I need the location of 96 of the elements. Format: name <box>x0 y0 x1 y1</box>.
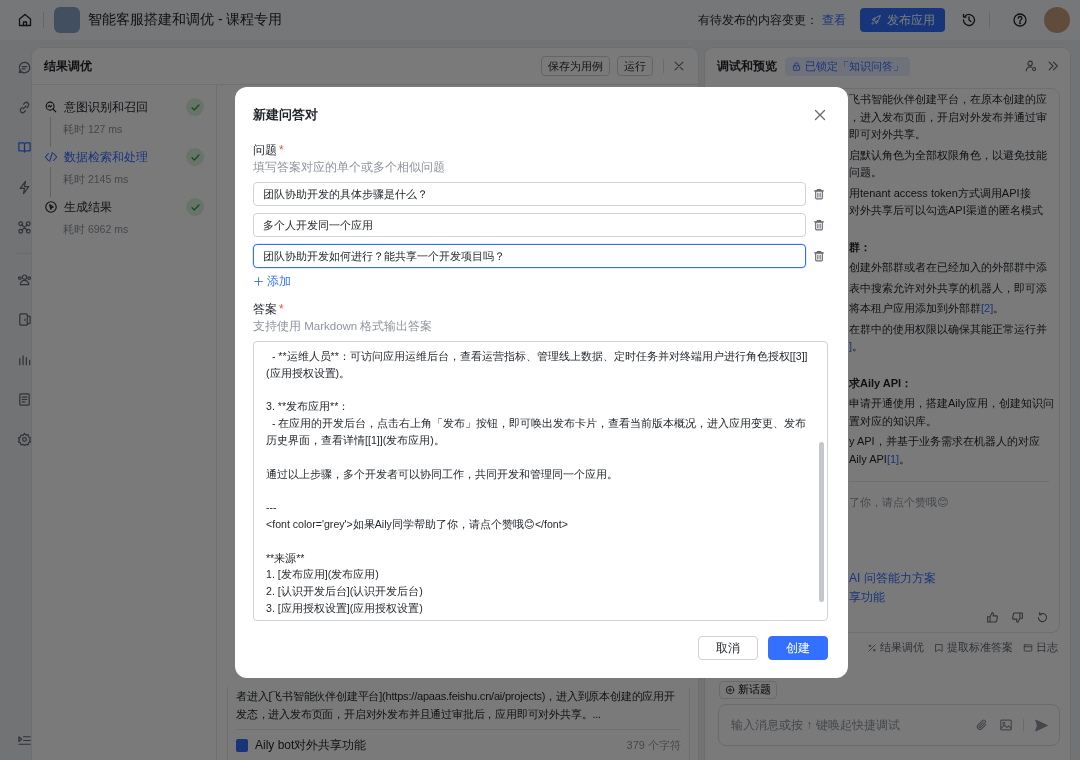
run-button[interactable]: 运行 <box>617 56 653 76</box>
expand-icon[interactable] <box>1046 59 1060 73</box>
answer-heading: 求Aily API： <box>849 375 914 391</box>
answer-line: <font color='grey'>如果Aily同学帮助了你，请点个赞哦😊</font> <box>266 516 569 532</box>
log-button[interactable]: 日志 <box>1023 641 1058 655</box>
thumbs-up-icon[interactable] <box>986 611 999 624</box>
step-item[interactable]: 数据检索和处理 <box>44 147 204 167</box>
user-settings-icon[interactable] <box>1024 59 1038 73</box>
question-field[interactable]: 团队协助开发如何进行？能共享一个开发项目吗？ <box>253 244 806 268</box>
help-icon[interactable] <box>1012 12 1028 28</box>
field-label: 问题 * <box>253 142 285 159</box>
save-as-case-button[interactable]: 保存为用例 <box>541 56 610 76</box>
dialog-title: 新建问答对 <box>253 106 318 124</box>
image-icon[interactable] <box>999 718 1013 732</box>
lightning-icon[interactable] <box>17 180 32 195</box>
answer-text: 将本租户应用添加到外部群[2]。 <box>849 301 1006 316</box>
bar-chart-icon[interactable] <box>17 352 32 367</box>
code-icon <box>44 150 58 164</box>
close-icon[interactable] <box>812 107 828 123</box>
citation-link[interactable]: [1] <box>886 452 900 465</box>
answer-text: 启默认角色为全部权限角色，以避免技能 问题。 <box>849 147 1048 180</box>
answer-line: - **运维人员**：可访问应用运维后台，查看运营指标、管理线上数据、定时任务并对终端用户进行角色授权[[3]](应用授权设置)。 <box>266 349 809 381</box>
source-link[interactable]: 享功能 <box>849 589 885 605</box>
book-icon[interactable] <box>17 140 32 155</box>
thumbs-down-icon[interactable] <box>1011 611 1024 624</box>
panel-title: 结果调优 <box>44 57 93 75</box>
answer-text: 在群中的使用权限以确保其能正常运行并 ]。 <box>849 321 1048 354</box>
document-icon <box>236 738 248 752</box>
answer-line: 3. [应用授权设置](应用授权设置) <box>266 600 424 616</box>
history-icon[interactable] <box>961 12 977 28</box>
bookmark-icon <box>934 643 944 653</box>
panel-title: 调试和预览 <box>717 57 777 75</box>
answer-text: y API，并基于业务需求在机器人的对应 Aily API[1]。 <box>849 434 1041 467</box>
field-hint: 支持使用 Markdown 格式输出答案 <box>253 319 434 334</box>
result-excerpt: 者进入[飞书智能伙伴创建平台](https://apaas.feishu.cn/ai/projects)，进入到原本创建的应用开发态，进入发布页面，开启对外发布并且通过审批后，应用即可对外共享。... <box>236 689 676 722</box>
door-icon[interactable] <box>17 312 32 327</box>
answer-line: **来源** <box>266 550 306 566</box>
answer-heading: 群： <box>849 239 872 255</box>
answer-text: 创建外部群或者在已经加入的外部群中添 <box>849 260 1048 275</box>
attachment-icon[interactable] <box>975 718 989 732</box>
new-topic-button[interactable]: 新话题 <box>719 681 777 699</box>
field-label: 答案 * <box>253 301 285 318</box>
tune-results-button[interactable]: 结果调优 <box>867 641 924 655</box>
field-hint: 填写答案对应的单个或多个相似问题 <box>253 160 446 175</box>
percent-icon <box>867 643 877 653</box>
trash-icon[interactable] <box>812 218 826 232</box>
step-item[interactable]: 生成结果 <box>44 197 204 217</box>
source-link[interactable]: AI 问答能力方案 <box>849 570 936 586</box>
window-icon <box>1023 643 1033 653</box>
answer-line: 3. **发布应用**： <box>266 399 351 415</box>
chat-icon[interactable] <box>17 60 32 75</box>
extract-answer-button[interactable]: 提取标准答案 <box>934 641 1013 655</box>
citation-link[interactable]: [2] <box>981 302 994 314</box>
trash-icon[interactable] <box>812 187 826 201</box>
answer-line: - 在应用的开发后台，点击右上角「发布」按钮，即可唤出发布卡片，查看当前版本概况，进入应用变更、发布历史界面，查看详情[[1]](发布应用)。 <box>266 416 808 448</box>
question-field[interactable]: 团队协助开发的具体步骤是什么？ <box>253 182 806 206</box>
create-button[interactable]: 创建 <box>768 636 828 660</box>
people-icon[interactable] <box>17 272 32 287</box>
document-title[interactable]: Aily bot对外共享功能 <box>255 736 620 754</box>
question-field[interactable]: 多个人开发同一个应用 <box>253 213 806 237</box>
home-icon[interactable] <box>17 12 33 28</box>
step-item[interactable]: 意图识别和召回 <box>44 97 204 117</box>
answer-line: --- <box>266 500 278 516</box>
user-avatar[interactable] <box>1044 7 1070 33</box>
collapse-icon[interactable] <box>17 733 32 748</box>
cursor-circle-icon <box>44 200 58 214</box>
search-icon <box>44 100 58 114</box>
answer-line: 1. [发布应用](发布应用) <box>266 567 380 583</box>
cancel-button[interactable]: 取消 <box>698 636 758 660</box>
publish-button[interactable]: 发布应用 <box>860 8 945 32</box>
citation-link[interactable]: ] <box>849 340 853 352</box>
lock-badge: 已锁定「知识问答」 <box>785 56 910 76</box>
nodes-icon[interactable] <box>17 220 32 235</box>
add-question-button[interactable]: 添加 <box>253 272 291 290</box>
settings-icon[interactable] <box>17 432 32 447</box>
close-icon[interactable] <box>672 59 686 73</box>
answer-line: 2. [认识开发后台](认识开发后台) <box>266 584 424 600</box>
plus-circle-icon <box>725 685 735 695</box>
plus-icon <box>253 275 264 287</box>
answer-text: 表中搜索允许对外共享的机器人，即可添 <box>849 280 1048 296</box>
answer-text: 用tenant access token方式调用API接 对外共享后可以勾选API渠道的匿名模式 <box>849 185 1044 218</box>
lock-icon <box>791 60 802 72</box>
rocket-icon <box>870 14 882 26</box>
document-icon[interactable] <box>17 392 32 407</box>
link-icon[interactable] <box>17 100 32 115</box>
trash-icon[interactable] <box>812 249 826 263</box>
send-icon[interactable] <box>1034 717 1049 733</box>
scrollbar-thumb[interactable] <box>819 442 824 602</box>
project-title: 智能客服搭建和调优 - 课程专用 <box>88 11 283 29</box>
answer-line: 通过以上步骤，多个开发者可以协同工作，共同开发和管理同一个应用。 <box>266 466 619 482</box>
refresh-icon[interactable] <box>1036 611 1049 624</box>
answer-field[interactable] <box>253 341 828 621</box>
pending-changes-label: 有待发布的内容变更： <box>698 11 818 29</box>
view-link[interactable]: 查看 <box>822 11 846 29</box>
project-avatar <box>54 7 80 33</box>
answer-text: 飞书智能伙伴创建平台，在原本创建的应 ，进入发布页面，开启对外发布并通过审 即可对外共享。 <box>849 92 1048 142</box>
